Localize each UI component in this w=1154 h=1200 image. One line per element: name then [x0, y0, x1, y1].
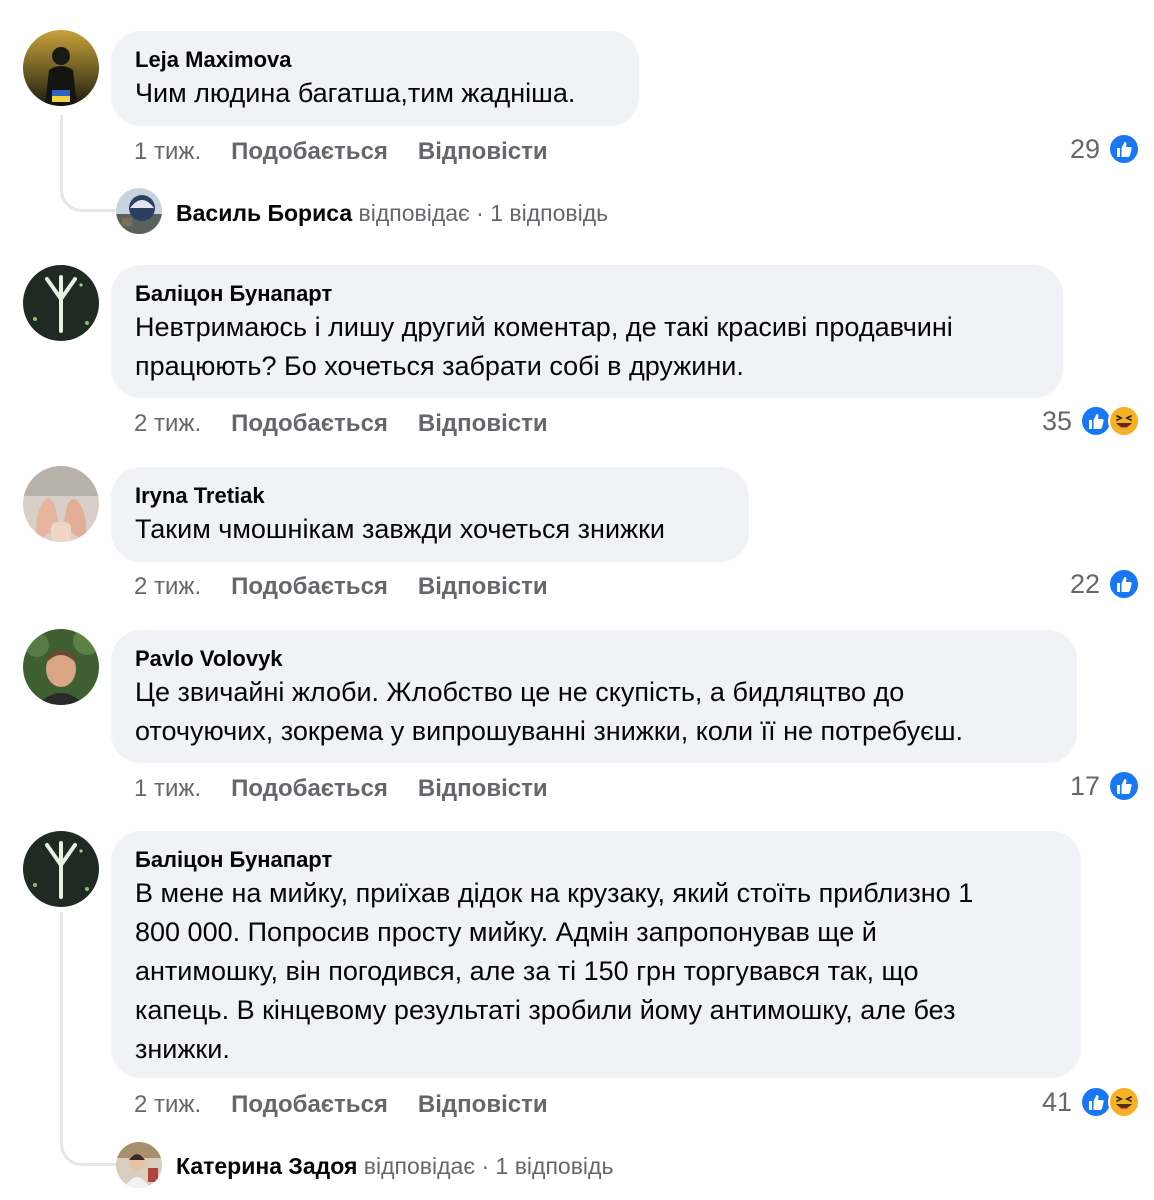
comment-author[interactable]: Баліцон Бунапарт: [135, 846, 1057, 874]
like-button[interactable]: Подобається: [231, 1090, 388, 1120]
comment-actions: 2 тиж. Подобається Відповісти: [134, 409, 578, 439]
thread-connector: [60, 912, 116, 1166]
view-replies-link[interactable]: Василь Бориса відповідає · 1 відповідь: [176, 193, 608, 233]
thread-connector: [60, 115, 116, 212]
comment-bubble: Баліцон Бунапарт В мене на мийку, приїха…: [111, 831, 1081, 1078]
comment-text: В мене на мийку, приїхав дідок на крузак…: [135, 878, 974, 1064]
comment-text: Це звичайні жлоби. Жлобство це не скупіс…: [135, 677, 964, 746]
reply-author: Катерина Задоя: [176, 1153, 358, 1179]
comment-time[interactable]: 1 тиж.: [134, 774, 201, 804]
reactions-summary[interactable]: 17: [1070, 769, 1140, 803]
comment-bubble: Баліцон Бунапарт Невтримаюсь і лишу друг…: [111, 265, 1063, 398]
comment-bubble: Pavlo Volovyk Це звичайні жлоби. Жлобств…: [111, 630, 1077, 763]
haha-icon: [1108, 1086, 1140, 1118]
like-button[interactable]: Подобається: [231, 409, 388, 439]
reply-verb: відповідає: [358, 200, 470, 226]
reply-author: Василь Бориса: [176, 200, 353, 226]
reactions-summary[interactable]: 29: [1070, 132, 1140, 166]
comment-time[interactable]: 2 тиж.: [134, 409, 201, 439]
like-icon: [1108, 133, 1140, 165]
like-button[interactable]: Подобається: [231, 137, 388, 167]
comment-actions: 2 тиж. Подобається Відповісти: [134, 1090, 578, 1120]
reactions-count: 41: [1041, 1086, 1072, 1117]
comment-text: Чим людина багатша,тим жаднiша.: [135, 78, 576, 108]
comment-text: Невтримаюсь і лишу другий коментар, де т…: [135, 312, 953, 381]
reply-button[interactable]: Відповісти: [418, 572, 548, 602]
reply-separator: ·: [476, 200, 484, 226]
comment-bubble: Leja Maximova Чим людина багатша,тим жад…: [111, 31, 639, 126]
comment-author[interactable]: Iryna Tretiak: [135, 482, 725, 510]
reply-avatar[interactable]: [116, 1142, 162, 1188]
comment-time[interactable]: 1 тиж.: [134, 137, 201, 167]
reactions-summary[interactable]: 22: [1070, 567, 1140, 601]
reply-count: 1 відповідь: [495, 1153, 614, 1179]
reactions-summary[interactable]: 41: [1042, 1085, 1140, 1119]
comment-author[interactable]: Pavlo Volovyk: [135, 645, 1053, 673]
avatar[interactable]: [23, 466, 99, 542]
haha-icon: [1108, 405, 1140, 437]
avatar[interactable]: [23, 30, 99, 106]
reactions-count: 22: [1069, 568, 1100, 599]
reactions-count: 17: [1069, 770, 1100, 801]
comment-author[interactable]: Leja Maximova: [135, 46, 615, 74]
reactions-count: 35: [1041, 405, 1072, 436]
comment-text: Таким чмошнікам завжди хочеться знижки: [135, 514, 665, 544]
reply-separator: ·: [481, 1153, 490, 1179]
reply-count: 1 відповідь: [490, 200, 609, 226]
reply-button[interactable]: Відповісти: [418, 1090, 548, 1120]
comment-actions: 2 тиж. Подобається Відповісти: [134, 572, 578, 602]
reply-button[interactable]: Відповісти: [418, 137, 548, 167]
like-button[interactable]: Подобається: [231, 572, 388, 602]
comment-author[interactable]: Баліцон Бунапарт: [135, 280, 1039, 308]
view-replies-link[interactable]: Катерина Задоя відповідає · 1 відповідь: [176, 1146, 613, 1186]
reactions-summary[interactable]: 35: [1042, 404, 1140, 438]
reply-button[interactable]: Відповісти: [418, 409, 548, 439]
like-icon: [1108, 568, 1140, 600]
comment-actions: 1 тиж. Подобається Відповісти: [134, 137, 578, 167]
avatar[interactable]: [23, 265, 99, 341]
like-icon: [1108, 770, 1140, 802]
avatar[interactable]: [23, 629, 99, 705]
comments-thread: Leja Maximova Чим людина багатша,тим жад…: [0, 0, 1154, 1200]
reply-button[interactable]: Відповісти: [418, 774, 548, 804]
comment-bubble: Iryna Tretiak Таким чмошнікам завжди хоч…: [111, 467, 749, 562]
comment-actions: 1 тиж. Подобається Відповісти: [134, 774, 578, 804]
comment-time[interactable]: 2 тиж.: [134, 572, 201, 602]
reply-verb: відповідає: [363, 1153, 476, 1179]
avatar[interactable]: [23, 831, 99, 907]
reply-avatar[interactable]: [116, 188, 162, 234]
like-button[interactable]: Подобається: [231, 774, 388, 804]
reactions-count: 29: [1069, 133, 1100, 164]
comment-time[interactable]: 2 тиж.: [134, 1090, 201, 1120]
